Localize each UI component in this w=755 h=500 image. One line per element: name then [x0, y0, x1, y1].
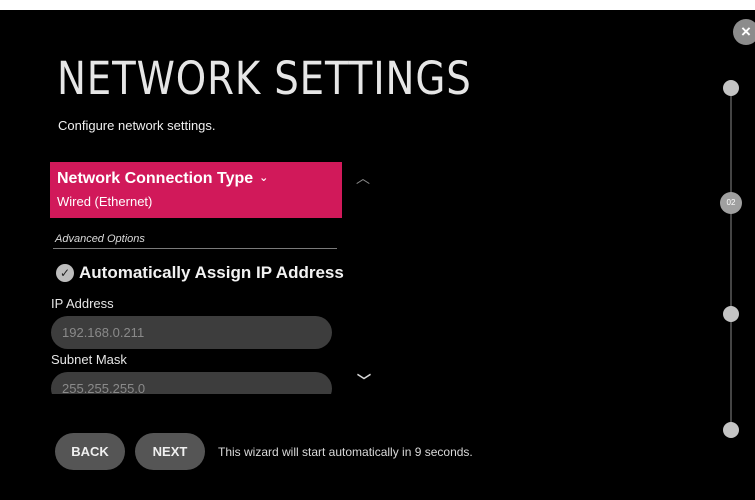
connection-type-value: Wired (Ethernet)	[57, 194, 153, 209]
advanced-options-label: Advanced Options	[55, 233, 145, 245]
progress-step-3	[723, 306, 739, 322]
subnet-mask-clip: 255.255.255.0	[51, 371, 341, 394]
subnet-mask-label: Subnet Mask	[51, 352, 127, 367]
progress-step-1	[723, 80, 739, 96]
network-connection-type-selector[interactable]: Network Connection Type ⌄ Wired (Ethernet…	[50, 162, 342, 218]
check-icon[interactable]: ✓	[56, 264, 74, 282]
wizard-progress-track	[730, 88, 732, 433]
auto-assign-ip-checkbox-label[interactable]: Automatically Assign IP Address	[79, 263, 344, 283]
ip-address-field[interactable]: 192.168.0.211	[51, 316, 332, 349]
ip-address-label: IP Address	[51, 296, 114, 311]
progress-step-4	[723, 422, 739, 438]
scroll-up-icon[interactable]: ︿	[356, 168, 370, 188]
chevron-down-icon: ⌄	[259, 172, 269, 184]
next-button[interactable]: NEXT	[135, 433, 205, 470]
divider	[53, 248, 337, 249]
connection-type-label: Network Connection Type	[57, 170, 254, 187]
wizard-countdown-message: This wizard will start automatically in …	[218, 445, 473, 459]
page-subtitle: Configure network settings.	[58, 118, 216, 133]
page-title: NETWORK SETTINGS	[57, 52, 472, 105]
progress-step-current: 02	[720, 192, 742, 214]
connection-type-heading: Network Connection Type ⌄	[57, 170, 268, 188]
back-button[interactable]: BACK	[55, 433, 125, 470]
subnet-mask-field[interactable]: 255.255.255.0	[51, 372, 332, 394]
close-icon[interactable]: ×	[733, 19, 755, 45]
scroll-down-icon[interactable]: ﹀	[357, 371, 371, 391]
